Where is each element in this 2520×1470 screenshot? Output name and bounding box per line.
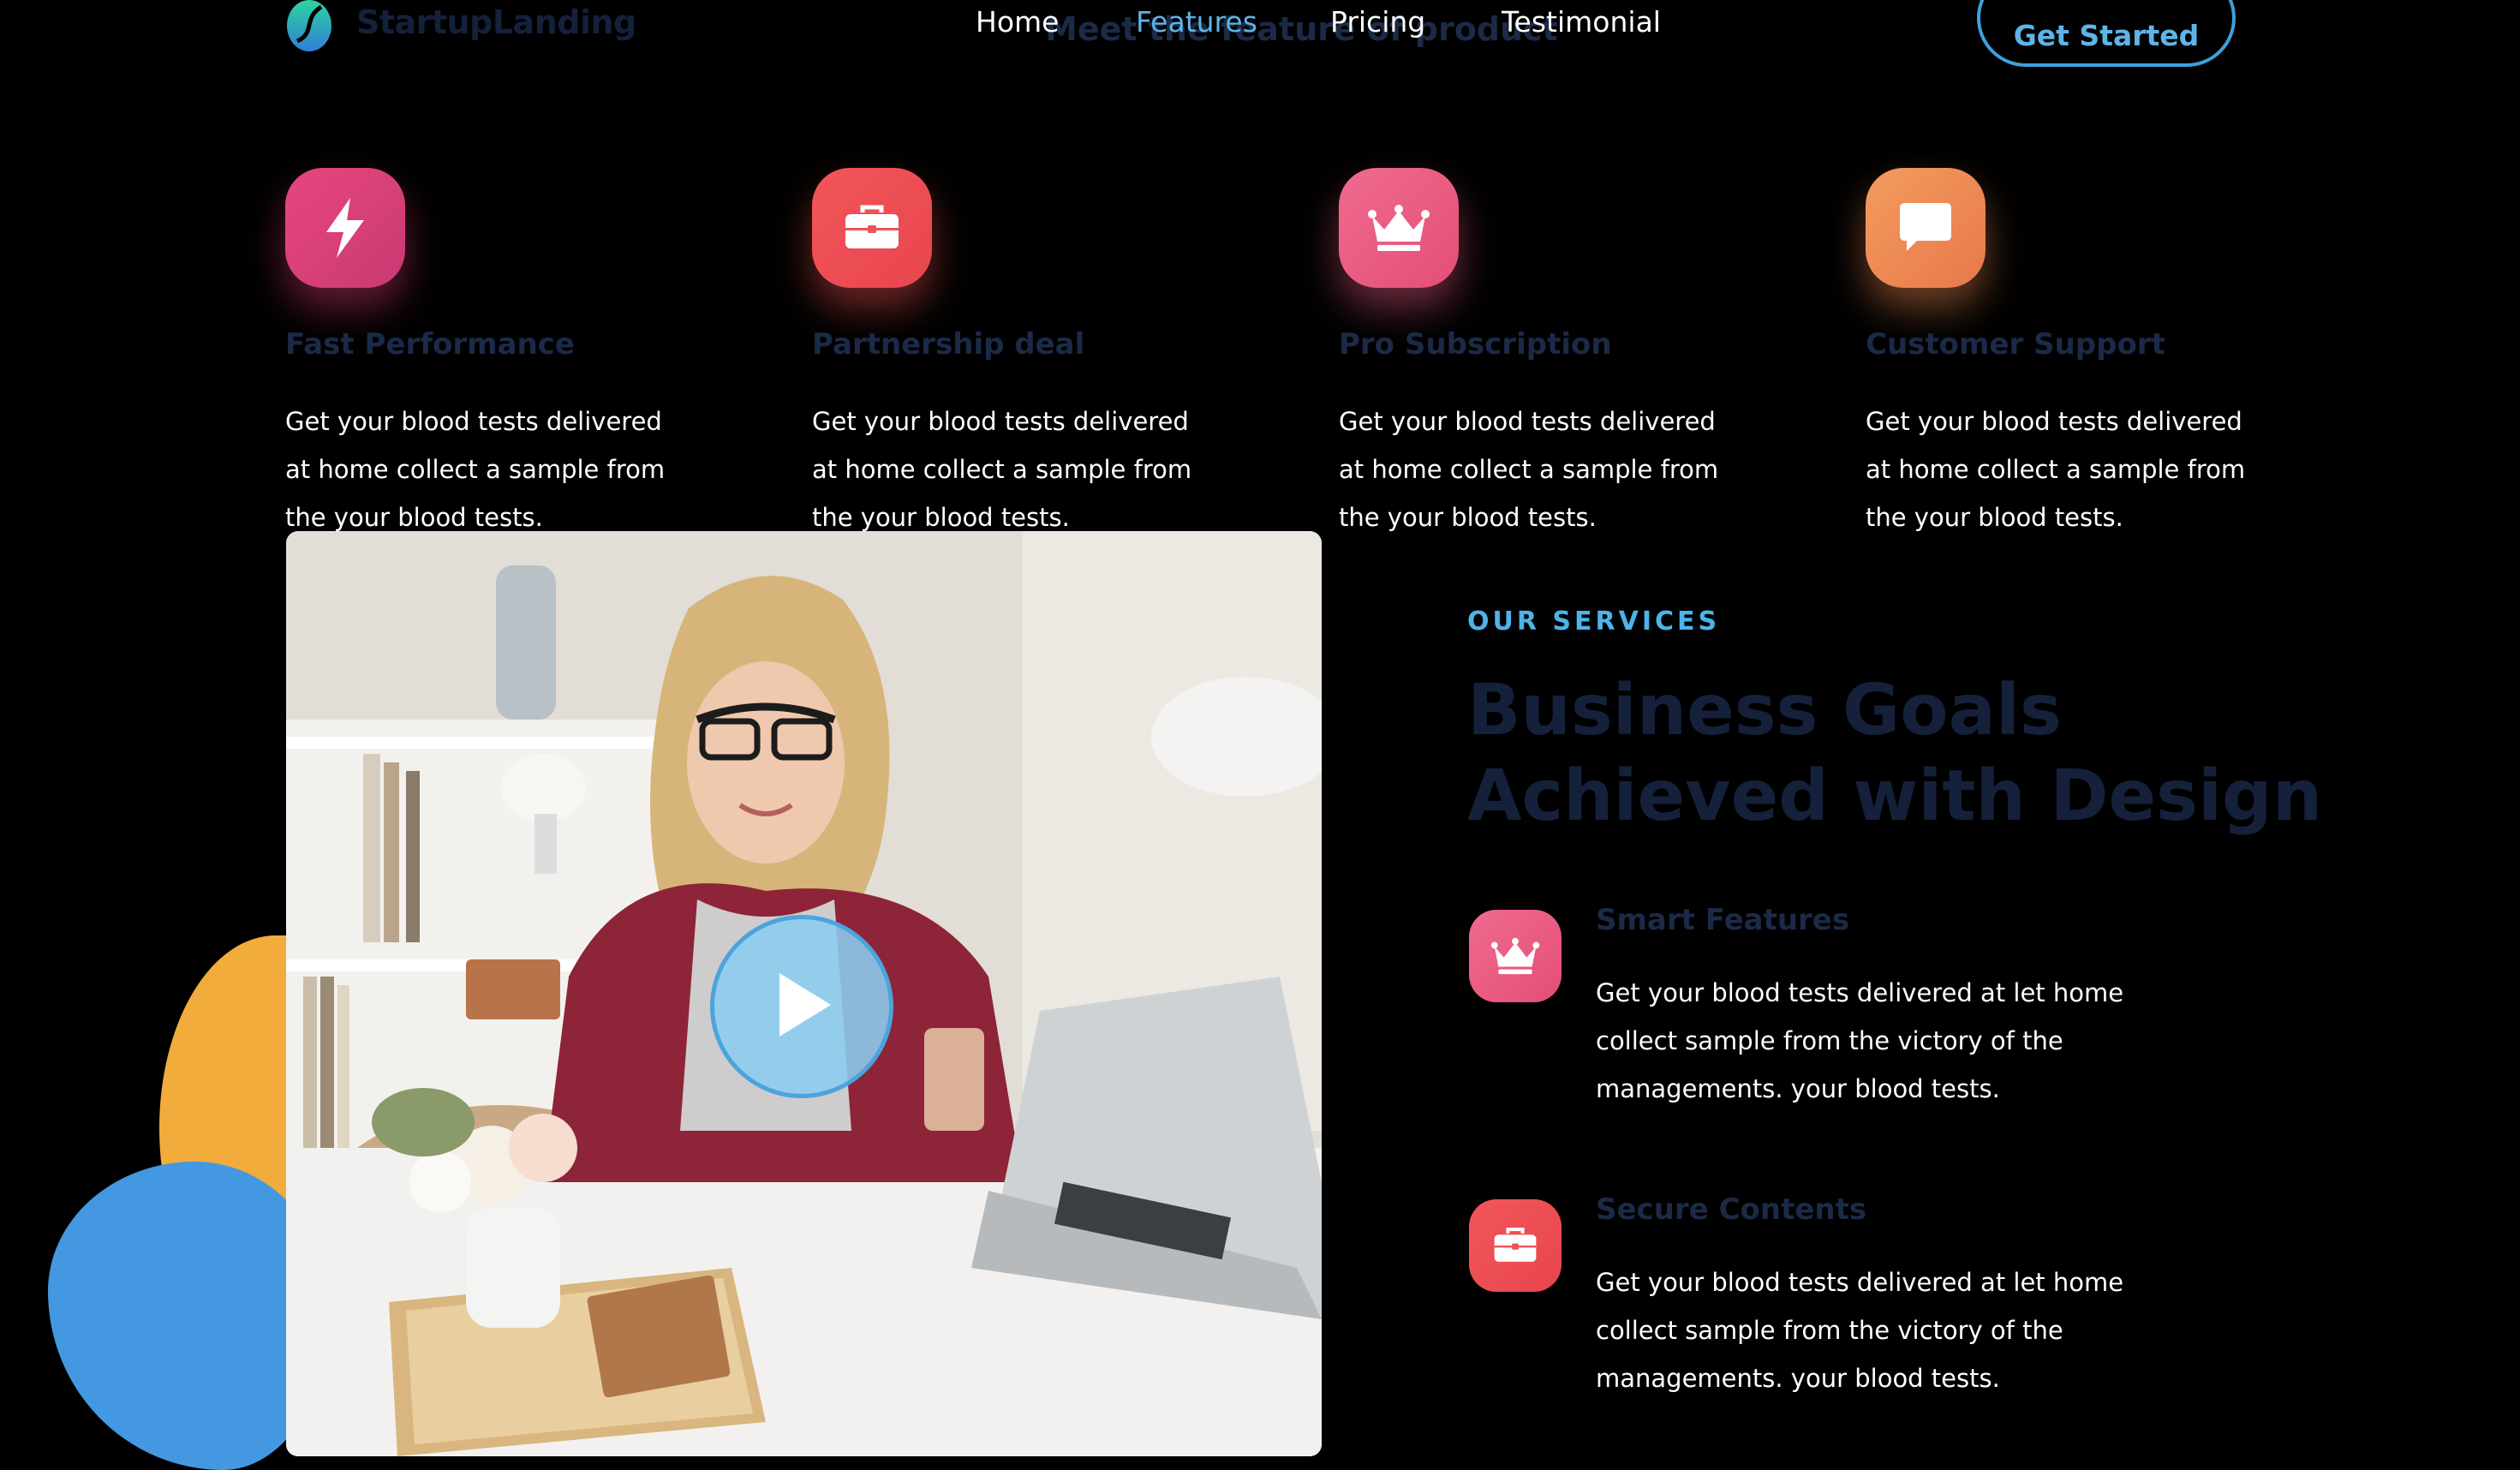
crown-icon bbox=[1339, 168, 1459, 288]
crown-icon bbox=[1469, 910, 1562, 1002]
services-heading: Business Goals Achieved with Design bbox=[1467, 670, 2323, 837]
section-heading-behind-nav: Meet the feature of product bbox=[1045, 10, 1558, 48]
service-title: Secure Contents bbox=[1596, 1192, 1867, 1227]
chat-bubble-icon bbox=[1866, 168, 1986, 288]
service-description: Get your blood tests delivered at let ho… bbox=[1596, 978, 2124, 1103]
service-description: Get your blood tests delivered at let ho… bbox=[1596, 1268, 2124, 1393]
nav-features[interactable]: Features bbox=[1136, 5, 1257, 39]
nav-home[interactable]: Home bbox=[976, 5, 1059, 39]
brand-name[interactable]: StartupLanding bbox=[356, 3, 636, 41]
feature-description: Get your blood tests delivered at home c… bbox=[812, 407, 1192, 532]
feature-title: Customer Support bbox=[1866, 327, 2165, 362]
feature-description: Get your blood tests delivered at home c… bbox=[1339, 407, 1719, 532]
briefcase-icon bbox=[1469, 1199, 1562, 1292]
feature-title: Fast Performance bbox=[285, 327, 575, 362]
feature-description: Get your blood tests delivered at home c… bbox=[285, 407, 666, 532]
service-title: Smart Features bbox=[1596, 903, 1850, 937]
play-icon bbox=[767, 968, 836, 1045]
services-eyebrow: OUR SERVICES bbox=[1467, 607, 1721, 636]
briefcase-icon bbox=[812, 168, 932, 288]
play-button[interactable] bbox=[710, 915, 893, 1098]
brand-logo-icon[interactable] bbox=[285, 0, 333, 53]
nav-pricing[interactable]: Pricing bbox=[1330, 5, 1425, 39]
feature-title: Pro Subscription bbox=[1339, 327, 1612, 362]
nav-testimonial[interactable]: Testimonial bbox=[1502, 5, 1661, 39]
feature-title: Partnership deal bbox=[812, 327, 1085, 362]
get-started-button[interactable]: Get Started bbox=[1977, 0, 2236, 67]
lightning-icon bbox=[285, 168, 405, 288]
feature-description: Get your blood tests delivered at home c… bbox=[1866, 407, 2246, 532]
